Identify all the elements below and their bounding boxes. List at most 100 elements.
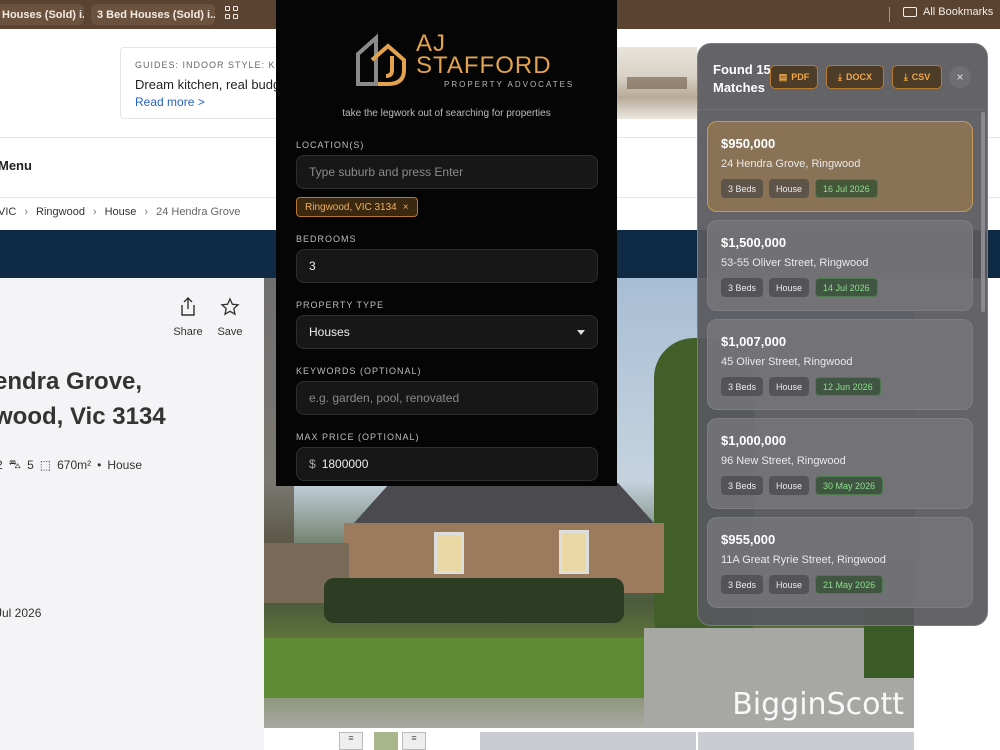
house-logo-icon — [356, 33, 406, 86]
floorplan-icon[interactable]: ≡ — [402, 732, 426, 750]
divider — [698, 109, 987, 110]
photo-thumbnails: ≡ ≡ — [264, 732, 1000, 750]
cars-count: 5 — [27, 458, 34, 472]
property-type-value: Houses — [309, 325, 350, 339]
close-button[interactable]: × — [949, 66, 971, 88]
file-icon: ▤ — [778, 71, 788, 82]
bedrooms-label: BEDROOMS — [296, 234, 357, 244]
type-tag: House — [769, 179, 810, 198]
breadcrumb-current: 24 Hendra Grove — [156, 206, 241, 218]
chip-remove-icon[interactable]: × — [403, 202, 409, 213]
thumbnail[interactable] — [480, 732, 696, 750]
beds-tag: 3 Beds — [721, 179, 764, 198]
result-address: 96 New Street, Ringwood — [721, 455, 846, 467]
export-csv-label: CSV — [911, 72, 931, 82]
location-chip[interactable]: Ringwood, VIC 3134 × — [296, 197, 418, 217]
result-price: $955,000 — [721, 532, 776, 547]
logo-line2: STAFFORD — [416, 52, 552, 79]
result-card[interactable]: $1,007,000 45 Oliver Street, Ringwood 3 … — [707, 319, 973, 410]
result-price: $950,000 — [721, 136, 776, 151]
date-tag: 14 Jul 2026 — [815, 278, 878, 297]
beds-tag: 3 Beds — [721, 377, 764, 396]
location-chip-label: Ringwood, VIC 3134 — [305, 201, 397, 213]
guide-title: Dream kitchen, real budg — [135, 77, 281, 92]
chevron-right-icon: › — [24, 206, 29, 218]
listing-address-line2: wood, Vic 3134 — [0, 403, 166, 430]
date-tag: 12 Jun 2026 — [815, 377, 881, 396]
bedrooms-input[interactable]: 3 — [296, 249, 598, 283]
chevron-right-icon: › — [144, 206, 149, 218]
listing-features: 2 ⛍ 5 ⬚ 670m² • House — [0, 457, 142, 473]
bookmarks-divider — [889, 7, 890, 22]
export-docx-label: DOCX — [845, 72, 872, 82]
beds-tag: 3 Beds — [721, 476, 764, 495]
all-bookmarks-label: All Bookmarks — [923, 6, 994, 18]
chevron-right-icon: › — [92, 206, 97, 218]
max-price-value: 1800000 — [321, 457, 369, 471]
floorplan-icon[interactable]: ≡ — [339, 732, 363, 750]
export-docx-button[interactable]: ⤓ DOCX — [826, 65, 884, 89]
result-card[interactable]: $1,500,000 53-55 Oliver Street, Ringwood… — [707, 220, 973, 311]
results-title: Found 15 Matches — [713, 61, 771, 97]
result-price: $1,000,000 — [721, 433, 787, 448]
sold-date: Jul 2026 — [0, 606, 42, 620]
date-tag: 21 May 2026 — [815, 575, 884, 594]
location-label: LOCATION(S) — [296, 140, 365, 150]
share-button[interactable]: Share — [172, 297, 204, 338]
results-panel: Found 15 Matches ▤ PDF ⤓ DOCX ⤓ CSV × $950,… — [697, 43, 988, 626]
result-card[interactable]: $950,000 24 Hendra Grove, Ringwood 3 Bed… — [707, 121, 973, 212]
share-icon — [181, 297, 195, 316]
photo-lawn — [264, 638, 684, 698]
breadcrumb-vic[interactable]: VIC — [0, 206, 16, 218]
thumbnail[interactable] — [374, 732, 398, 750]
apps-grid-icon[interactable] — [225, 6, 239, 20]
share-label: Share — [173, 326, 203, 338]
download-icon: ⤓ — [903, 71, 908, 82]
beds-tag: 3 Beds — [721, 575, 764, 594]
guide-read-more-link[interactable]: Read more > — [135, 95, 205, 109]
result-address: 53-55 Oliver Street, Ringwood — [721, 257, 869, 269]
export-pdf-label: PDF — [791, 72, 810, 82]
keywords-input[interactable]: e.g. garden, pool, renovated — [296, 381, 598, 415]
search-panel: AJ STAFFORD PROPERTY ADVOCATES take the … — [276, 0, 617, 486]
land-size: 670m² — [57, 458, 92, 472]
date-tag: 30 May 2026 — [815, 476, 884, 495]
listing-address-line1: endra Grove, — [0, 368, 143, 395]
property-type-label: PROPERTY TYPE — [296, 300, 385, 310]
results-matches-label: Matches — [713, 80, 766, 95]
type-tag: House — [769, 377, 810, 396]
save-button[interactable]: Save — [214, 297, 246, 338]
agency-watermark: BigginScott — [732, 687, 904, 722]
bookmark-houses-sold[interactable]: Houses (Sold) i... — [0, 4, 84, 25]
menu-label[interactable]: Menu — [0, 158, 32, 173]
beds-tag: 3 Beds — [721, 278, 764, 297]
results-scrollbar[interactable] — [981, 112, 985, 312]
result-card[interactable]: $1,000,000 96 New Street, Ringwood 3 Bed… — [707, 418, 973, 509]
export-pdf-button[interactable]: ▤ PDF — [770, 65, 818, 89]
features-separator: • — [97, 458, 102, 472]
result-price: $1,500,000 — [721, 235, 787, 250]
all-bookmarks-button[interactable]: All Bookmarks — [903, 6, 993, 18]
aj-stafford-logo: AJ STAFFORD PROPERTY ADVOCATES — [354, 32, 572, 92]
property-type-select[interactable]: Houses — [296, 315, 598, 349]
photo-window — [434, 532, 464, 574]
date-tag: 16 Jul 2026 — [815, 179, 878, 198]
thumbnail[interactable] — [698, 732, 914, 750]
tagline: take the legwork out of searching for pr… — [342, 108, 551, 119]
result-address: 24 Hendra Grove, Ringwood — [721, 158, 861, 170]
export-csv-button[interactable]: ⤓ CSV — [892, 65, 942, 89]
type-tag: House — [769, 575, 810, 594]
breadcrumb-ringwood[interactable]: Ringwood — [36, 206, 85, 218]
location-input[interactable]: Type suburb and press Enter — [296, 155, 598, 189]
result-card[interactable]: $955,000 11A Great Ryrie Street, Ringwoo… — [707, 517, 973, 608]
photo-hedge — [324, 578, 624, 623]
bookmark-3bed-houses-sold[interactable]: 3 Bed Houses (Sold) i... — [91, 4, 215, 25]
property-type: House — [107, 458, 142, 472]
max-price-label: MAX PRICE (OPTIONAL) — [296, 432, 420, 442]
star-icon — [220, 297, 240, 316]
keywords-label: KEYWORDS (OPTIONAL) — [296, 366, 422, 376]
max-price-input[interactable]: $ 1800000 — [296, 447, 598, 481]
save-label: Save — [217, 326, 243, 338]
breadcrumb-house[interactable]: House — [105, 206, 137, 218]
results-count: Found 15 — [713, 62, 771, 77]
